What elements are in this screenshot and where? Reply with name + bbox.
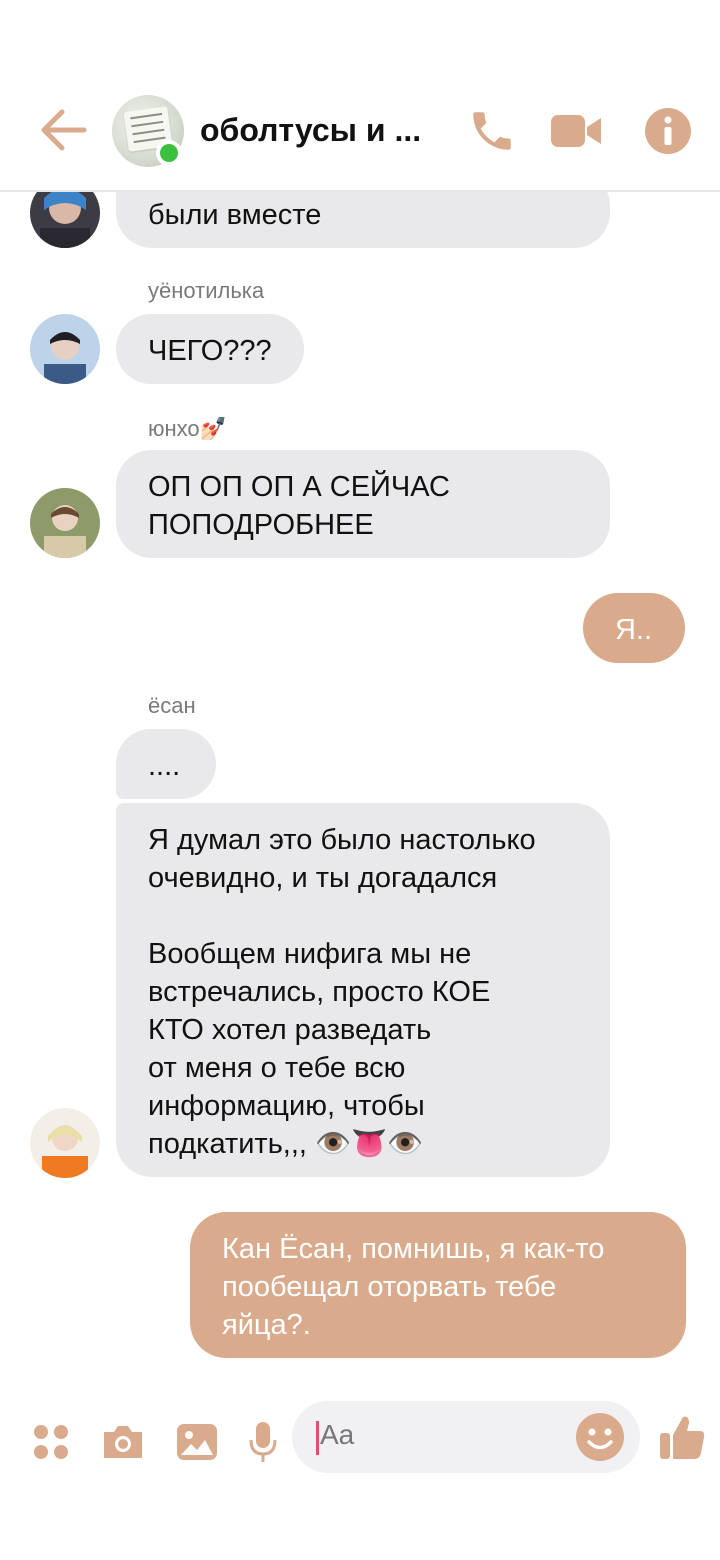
online-status-dot xyxy=(156,140,182,166)
avatar[interactable] xyxy=(30,1108,100,1178)
avatar[interactable] xyxy=(30,488,100,558)
message-input-placeholder: Aa xyxy=(320,1419,355,1450)
chat-header: оболтусы и ... xyxy=(0,0,720,192)
gallery-icon[interactable] xyxy=(172,1417,222,1467)
message-bubble[interactable]: .... xyxy=(116,729,216,799)
avatar[interactable] xyxy=(30,314,100,384)
back-arrow-icon[interactable] xyxy=(38,106,88,154)
message-bubble[interactable]: Я думал это было настолько очевидно, и т… xyxy=(116,803,610,1177)
message-bubble[interactable]: ЧЕГО??? xyxy=(116,314,304,384)
phone-icon[interactable] xyxy=(464,103,520,159)
message-composer: Aa xyxy=(0,1395,720,1485)
outgoing-message-bubble[interactable]: Кан Ёсан, помнишь, я как-то пообещал ото… xyxy=(190,1212,686,1358)
message-bubble[interactable]: ОП ОП ОП А СЕЙЧАС ПОПОДРОБНЕЕ xyxy=(116,450,610,558)
emoji-icon[interactable] xyxy=(574,1411,626,1463)
text-caret xyxy=(316,1421,319,1455)
camera-icon[interactable] xyxy=(98,1417,148,1467)
video-icon[interactable] xyxy=(548,103,604,159)
outgoing-message-bubble[interactable]: Я.. xyxy=(583,593,685,663)
chat-title[interactable]: оболтусы и ... xyxy=(200,112,421,149)
microphone-icon[interactable] xyxy=(238,1417,288,1467)
sender-name: ёсан xyxy=(148,693,196,718)
apps-icon[interactable] xyxy=(26,1417,76,1467)
sender-name: уёнотилька xyxy=(148,278,265,303)
info-icon[interactable] xyxy=(640,103,696,159)
thumbs-up-icon[interactable] xyxy=(654,1409,710,1465)
sender-name: юнхо💅🏻 xyxy=(148,416,228,441)
message-input[interactable]: Aa xyxy=(292,1401,640,1473)
